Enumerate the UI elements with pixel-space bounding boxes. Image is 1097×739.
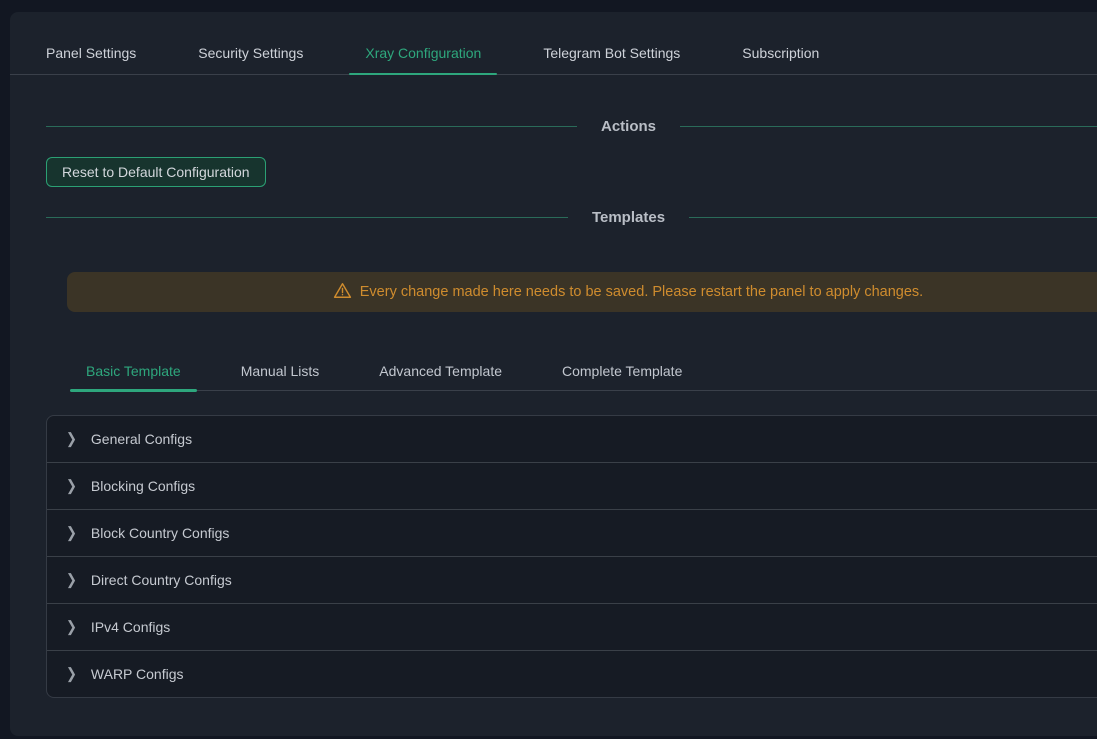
actions-row: Reset to Default Configuration bbox=[46, 135, 1097, 187]
collapse-label: IPv4 Configs bbox=[91, 619, 170, 635]
tab-content: Actions Reset to Default Configuration T… bbox=[10, 118, 1097, 698]
chevron-right-icon: ❯ bbox=[66, 477, 77, 495]
collapse-warp-configs[interactable]: ❯ WARP Configs bbox=[47, 650, 1097, 697]
templates-section-title: Templates bbox=[592, 209, 665, 226]
warning-icon bbox=[333, 281, 352, 304]
settings-card: Panel Settings Security Settings Xray Co… bbox=[10, 12, 1097, 736]
chevron-right-icon: ❯ bbox=[66, 571, 77, 589]
collapse-block-country-configs[interactable]: ❯ Block Country Configs bbox=[47, 509, 1097, 556]
chevron-right-icon: ❯ bbox=[66, 430, 77, 448]
warning-text: Every change made here needs to be saved… bbox=[360, 284, 923, 300]
chevron-right-icon: ❯ bbox=[66, 524, 77, 542]
chevron-right-icon: ❯ bbox=[66, 665, 77, 683]
tab-telegram-bot-settings[interactable]: Telegram Bot Settings bbox=[527, 12, 696, 74]
tab-panel-settings[interactable]: Panel Settings bbox=[30, 12, 152, 74]
collapse-direct-country-configs[interactable]: ❯ Direct Country Configs bbox=[47, 556, 1097, 603]
config-collapse-list: ❯ General Configs ❯ Blocking Configs ❯ B… bbox=[46, 415, 1097, 698]
collapse-label: WARP Configs bbox=[91, 666, 184, 682]
actions-section-divider: Actions bbox=[46, 118, 1097, 135]
tab-security-settings[interactable]: Security Settings bbox=[182, 12, 319, 74]
reset-to-default-button[interactable]: Reset to Default Configuration bbox=[46, 157, 266, 187]
tab-advanced-template[interactable]: Advanced Template bbox=[363, 336, 518, 390]
collapse-label: General Configs bbox=[91, 431, 192, 447]
tab-subscription[interactable]: Subscription bbox=[726, 12, 835, 74]
tab-manual-lists[interactable]: Manual Lists bbox=[225, 336, 336, 390]
main-tab-bar: Panel Settings Security Settings Xray Co… bbox=[10, 12, 1097, 75]
collapse-ipv4-configs[interactable]: ❯ IPv4 Configs bbox=[47, 603, 1097, 650]
templates-section-divider: Templates bbox=[46, 209, 1097, 226]
tab-basic-template[interactable]: Basic Template bbox=[70, 336, 197, 390]
collapse-label: Blocking Configs bbox=[91, 478, 195, 494]
tab-complete-template[interactable]: Complete Template bbox=[546, 336, 698, 390]
collapse-label: Block Country Configs bbox=[91, 525, 230, 541]
collapse-blocking-configs[interactable]: ❯ Blocking Configs bbox=[47, 462, 1097, 509]
chevron-right-icon: ❯ bbox=[66, 618, 77, 636]
actions-section-title: Actions bbox=[601, 118, 656, 135]
collapse-label: Direct Country Configs bbox=[91, 572, 232, 588]
restart-warning-banner: Every change made here needs to be saved… bbox=[67, 272, 1097, 312]
template-tab-bar: Basic Template Manual Lists Advanced Tem… bbox=[70, 336, 1097, 391]
tab-xray-configuration[interactable]: Xray Configuration bbox=[349, 12, 497, 74]
collapse-general-configs[interactable]: ❯ General Configs bbox=[47, 416, 1097, 462]
